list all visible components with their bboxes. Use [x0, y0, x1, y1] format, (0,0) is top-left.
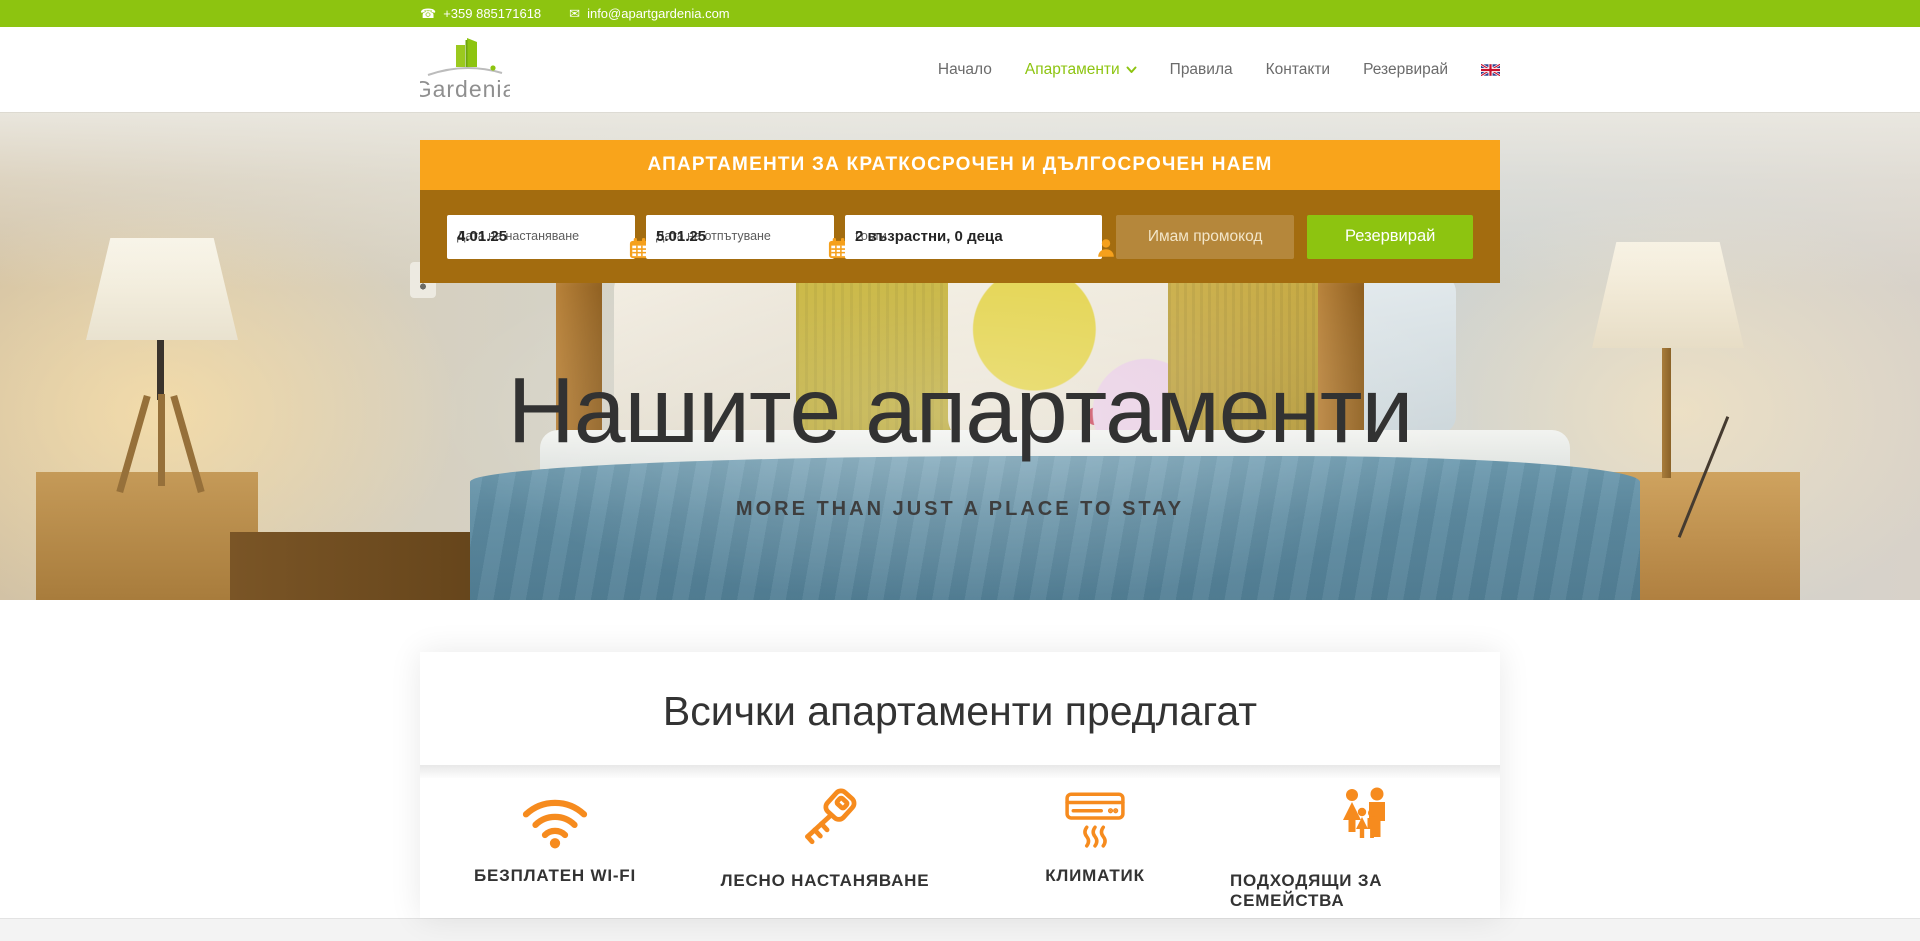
key-icon — [792, 784, 858, 850]
promo-code-button[interactable]: Имам промокод — [1116, 215, 1294, 259]
topbar-phone[interactable]: ☎ +359 885171618 — [420, 6, 541, 21]
booking-widget: АПАРТАМЕНТИ ЗА КРАТКОСРОЧЕН И ДЪЛГОСРОЧЕ… — [420, 140, 1500, 283]
reserve-button[interactable]: Резервирай — [1307, 215, 1473, 259]
booking-banner: АПАРТАМЕНТИ ЗА КРАТКОСРОЧЕН И ДЪЛГОСРОЧЕ… — [420, 140, 1500, 190]
email-icon: ✉ — [569, 7, 580, 20]
booking-form: Дата на настаняване 4.01.25 Дата на отпъ… — [420, 190, 1500, 283]
checkout-value: 5.01.25 — [656, 227, 706, 247]
next-section-edge — [0, 918, 1920, 941]
main-nav: Начало Апартаменти Правила Контакти Резе… — [938, 61, 1500, 79]
page-subtitle: MORE THAN JUST A PLACE TO STAY — [0, 498, 1920, 521]
phone-icon: ☎ — [420, 7, 436, 20]
guests-value: 2 възрастни, 0 деца — [855, 227, 1003, 247]
nav-item-home[interactable]: Начало — [938, 61, 992, 79]
features-card: Всички апартаменти предлагат БЕЗПЛАТЕН W… — [420, 652, 1500, 918]
svg-text:Gardenia: Gardenia — [420, 76, 510, 102]
feature-family: ПОДХОДЯЩИ ЗА СЕМЕЙСТВА — [1230, 784, 1500, 911]
phone-number: +359 885171618 — [443, 6, 541, 21]
hero-section: Нашите апартаменти MORE THAN JUST A PLAC… — [0, 112, 1920, 600]
topbar: ☎ +359 885171618 ✉ info@apartgardenia.co… — [0, 0, 1920, 27]
feature-label: ПОДХОДЯЩИ ЗА СЕМЕЙСТВА — [1230, 871, 1500, 911]
nav-item-contacts[interactable]: Контакти — [1266, 61, 1330, 79]
feature-label: ЛЕСНО НАСТАНЯВАНЕ — [721, 871, 930, 891]
section-title: Всички апартаменти предлагат — [420, 652, 1500, 735]
nav-item-apartments[interactable]: Апартаменти — [1025, 61, 1137, 79]
features-section: Всички апартаменти предлагат БЕЗПЛАТЕН W… — [0, 600, 1920, 918]
site-header: Gardenia Начало Апартаменти Правила Конт… — [0, 27, 1920, 112]
ac-icon — [1061, 784, 1129, 850]
language-flag-en-icon[interactable] — [1481, 64, 1500, 76]
checkin-value: 4.01.25 — [457, 227, 507, 247]
logo[interactable]: Gardenia — [420, 37, 510, 103]
page-title: Нашите апартаменти — [0, 364, 1920, 457]
nav-item-rules[interactable]: Правила — [1170, 61, 1233, 79]
feature-label: БЕЗПЛАТЕН WI-FI — [474, 866, 636, 886]
checkin-date-field[interactable]: Дата на настаняване 4.01.25 — [447, 215, 635, 259]
email-address: info@apartgardenia.com — [587, 6, 730, 21]
logo-building-icon: Gardenia — [420, 37, 510, 103]
feature-label: КЛИМАТИК — [1045, 866, 1145, 886]
family-icon — [1333, 784, 1397, 850]
chevron-down-icon — [1126, 66, 1137, 74]
nav-item-reserve[interactable]: Резервирай — [1363, 61, 1448, 79]
wifi-icon — [519, 784, 591, 850]
topbar-email[interactable]: ✉ info@apartgardenia.com — [569, 6, 729, 21]
checkout-date-field[interactable]: Дата на отпътуване 5.01.25 — [646, 215, 834, 259]
guests-field[interactable]: Гости 2 възрастни, 0 деца — [845, 215, 1102, 259]
feature-wifi: БЕЗПЛАТЕН WI-FI — [420, 784, 690, 911]
feature-ac: КЛИМАТИК — [960, 784, 1230, 911]
section-divider — [420, 765, 1500, 778]
feature-easy-checkin: ЛЕСНО НАСТАНЯВАНЕ — [690, 784, 960, 911]
